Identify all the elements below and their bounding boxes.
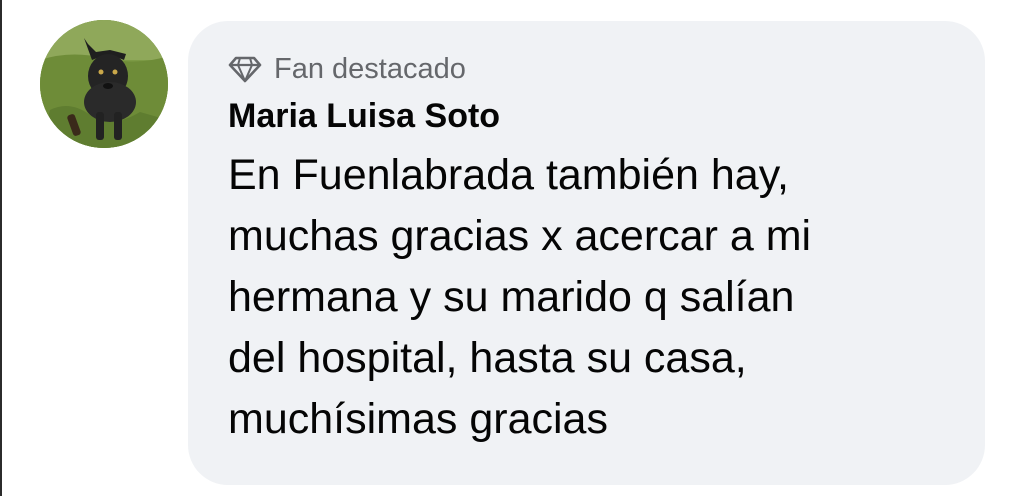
author-name-link[interactable]: Maria Luisa Soto xyxy=(228,94,945,138)
badge-label: Fan destacado xyxy=(274,53,466,85)
screen-edge-divider xyxy=(0,0,2,496)
user-avatar[interactable] xyxy=(40,20,168,148)
top-fan-badge: Fan destacado xyxy=(228,51,945,87)
dog-photo-icon xyxy=(40,20,168,148)
comment-text: En Fuenlabrada también hay, muchas graci… xyxy=(228,151,812,443)
diamond-icon xyxy=(228,55,262,83)
comment-bubble: Fan destacado Maria Luisa Soto En Fuenla… xyxy=(188,21,985,485)
